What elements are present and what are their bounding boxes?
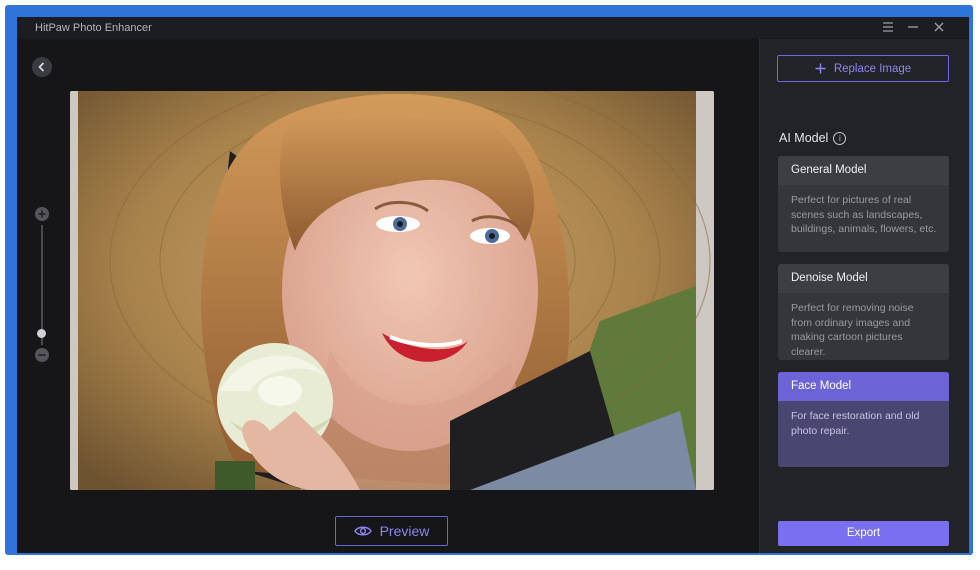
model-description: Perfect for removing noise from ordinary… [791,302,914,358]
portrait-photo [70,91,714,490]
minus-icon [38,354,46,356]
back-button[interactable] [32,57,52,77]
chevron-left-icon [38,62,45,72]
model-description: For face restoration and old photo repai… [791,410,920,437]
model-card-denoise[interactable]: Denoise Model Perfect for removing noise… [778,264,949,360]
screenshot-frame: HitPaw Photo Enhancer Preview Replace Im… [5,5,973,555]
ai-model-heading: AI Model i [779,131,847,145]
zoom-slider-handle[interactable] [37,329,46,338]
minimize-icon[interactable] [906,21,920,35]
app-window: HitPaw Photo Enhancer Preview Replace Im… [17,17,969,553]
menu-icon[interactable] [881,21,895,35]
model-card-face[interactable]: Face Model For face restoration and old … [778,372,949,467]
plus-icon [815,63,826,74]
replace-image-label: Replace Image [833,62,912,75]
replace-image-button[interactable]: Replace Image [777,55,949,82]
eye-icon [353,526,372,536]
info-icon[interactable]: i [833,131,847,145]
photo-preview [70,91,714,490]
model-name: Face Model [778,372,949,401]
title-bar: HitPaw Photo Enhancer [17,17,969,39]
zoom-in-button[interactable] [35,207,49,221]
zoom-slider-track[interactable] [41,225,43,345]
model-name: General Model [778,156,949,185]
plus-icon [38,210,46,218]
model-description: Perfect for pictures of real scenes such… [791,194,937,235]
app-title: HitPaw Photo Enhancer [35,22,152,34]
zoom-out-button[interactable] [35,348,49,362]
close-icon[interactable] [932,21,946,35]
right-panel: Replace Image AI Model i General Model P… [759,39,969,553]
canvas-area: Preview [17,39,759,553]
preview-button[interactable]: Preview [335,516,448,546]
ai-model-label: AI Model [779,131,829,145]
preview-label: Preview [379,523,430,539]
export-button[interactable]: Export [778,521,949,546]
model-name: Denoise Model [778,264,949,293]
model-card-general[interactable]: General Model Perfect for pictures of re… [778,156,949,252]
